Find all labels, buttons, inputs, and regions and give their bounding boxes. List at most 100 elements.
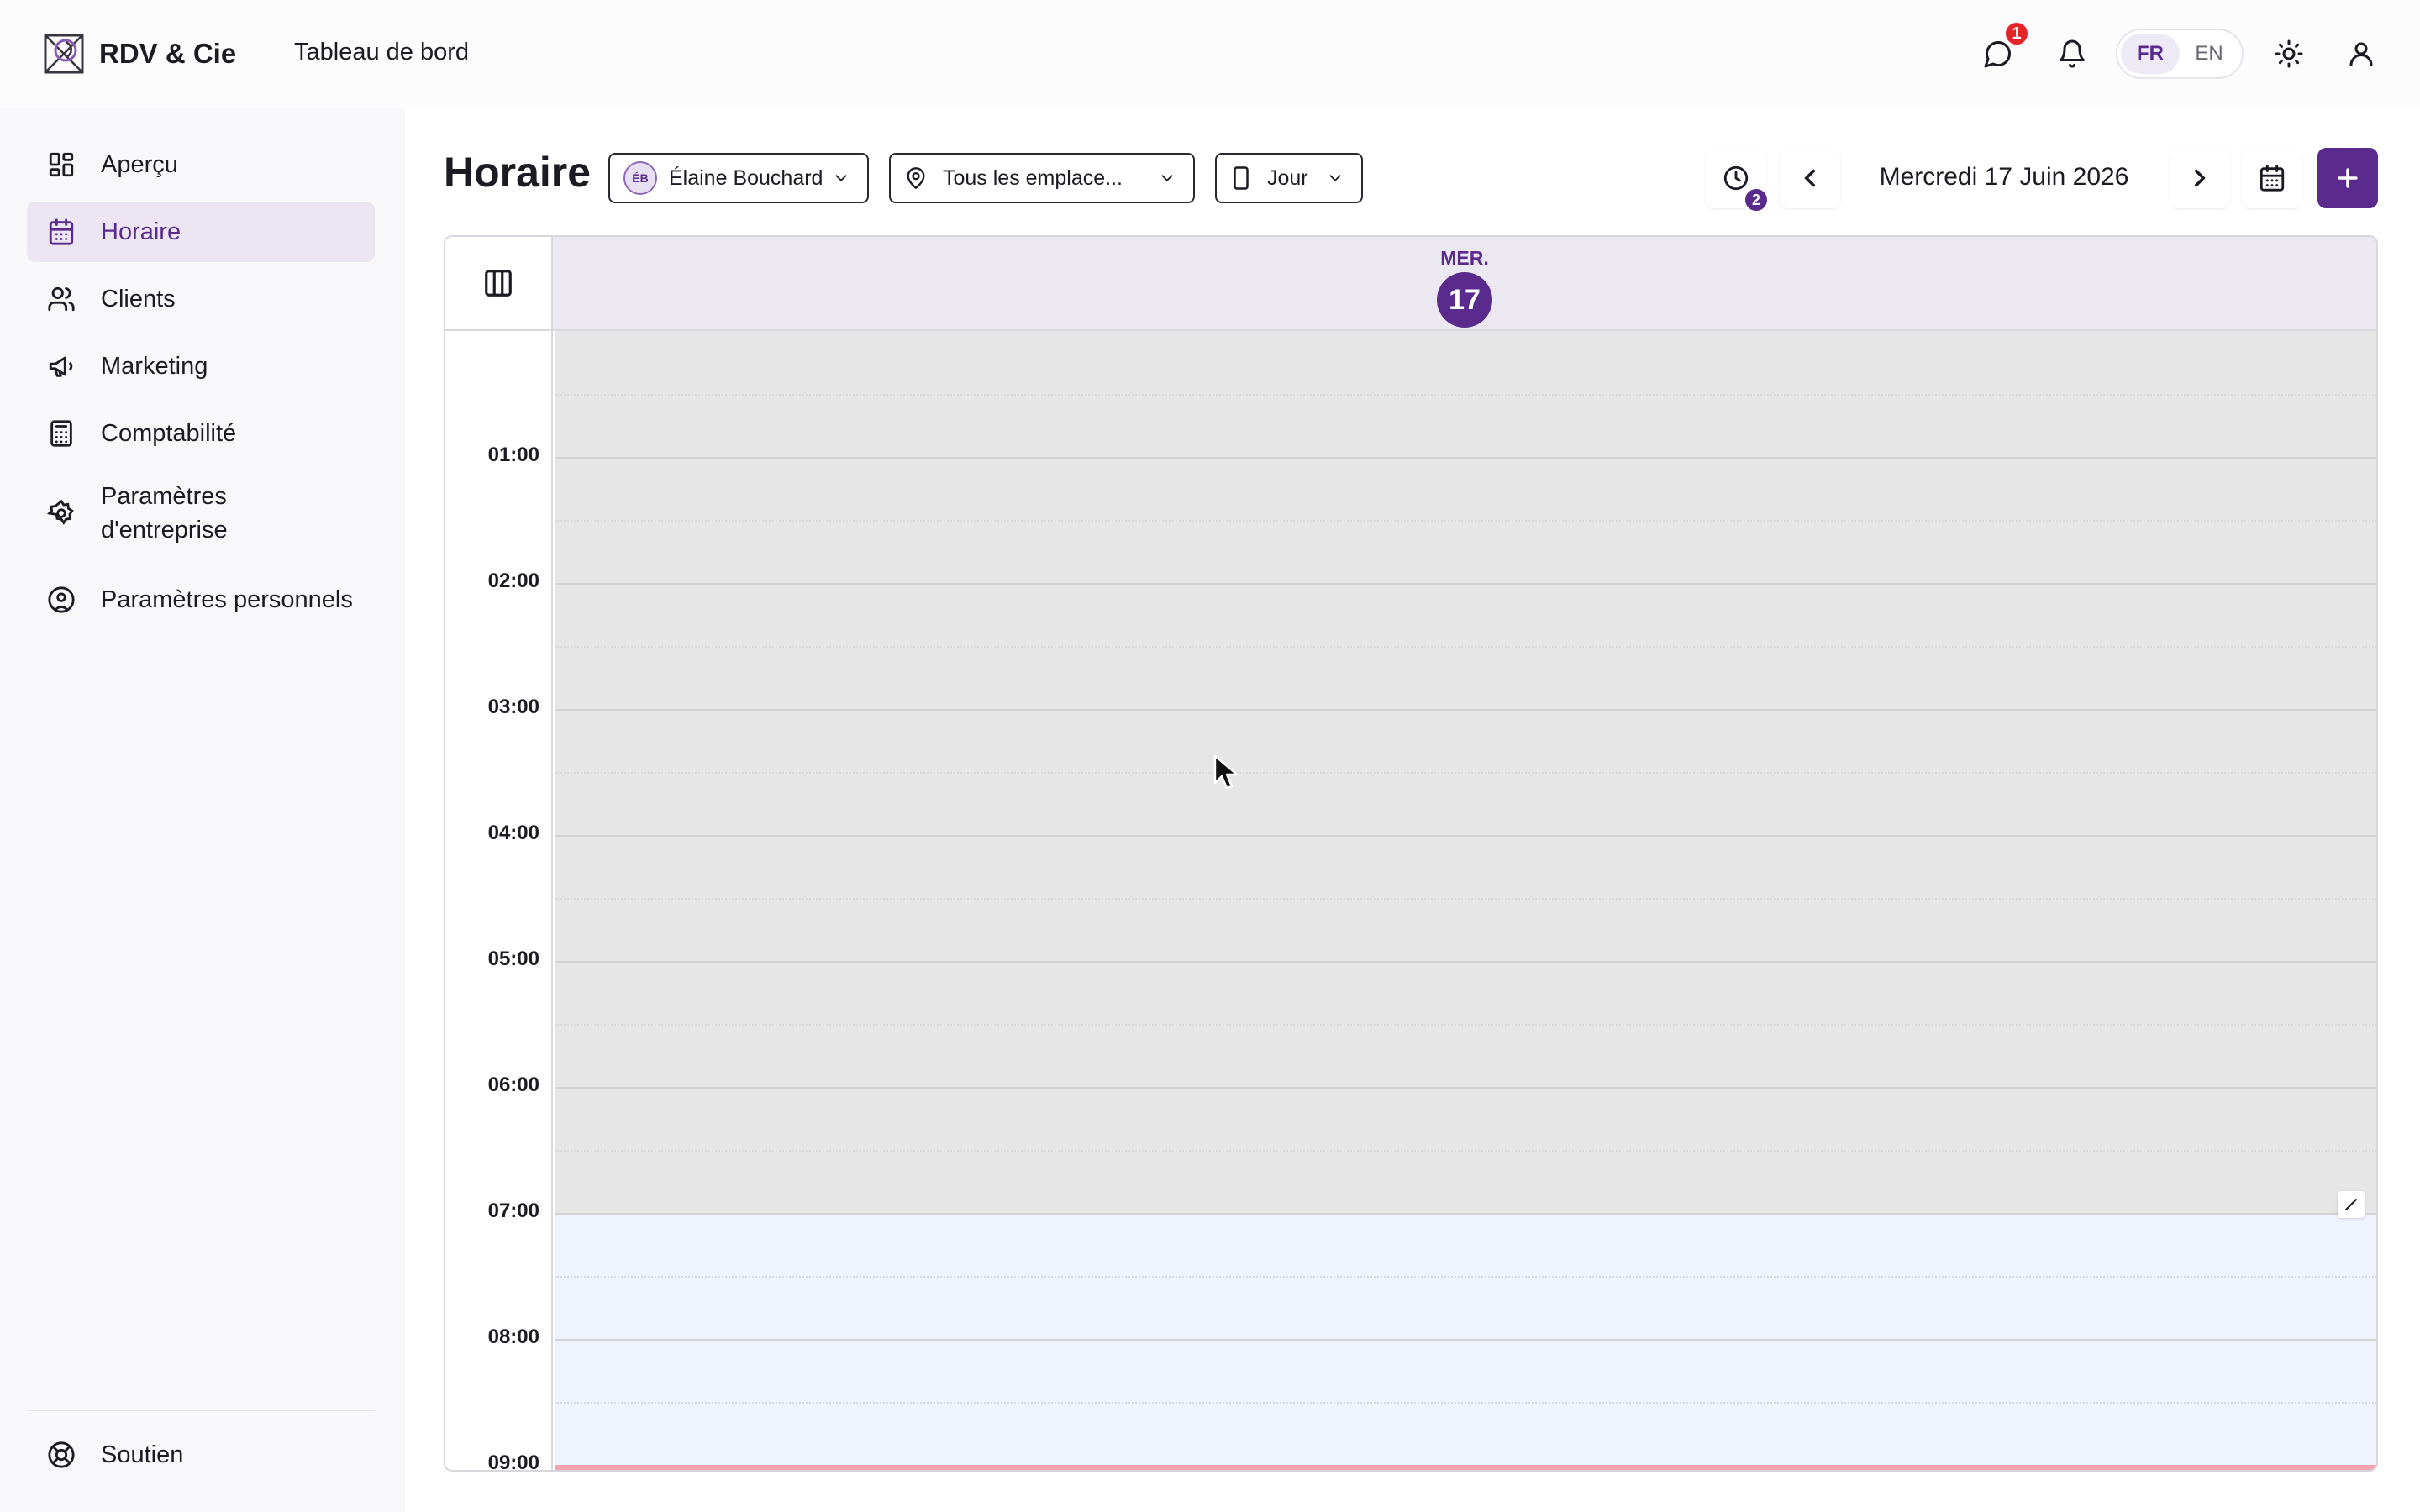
- hour-line: [555, 1213, 2376, 1215]
- hour-label: 05:00: [487, 948, 539, 970]
- chevron-right-icon: [2194, 169, 2206, 187]
- sidebar-item-label: Paramètres personnels: [101, 586, 353, 613]
- clock-icon: [1723, 165, 1749, 191]
- hour-label: 06:00: [487, 1074, 539, 1096]
- chevron-down-icon: [1161, 175, 1173, 182]
- next-day-button[interactable]: [2170, 148, 2230, 208]
- location-select[interactable]: Tous les emplace...: [889, 153, 1195, 203]
- hour-line: [555, 961, 2376, 963]
- half-hour-line: [555, 1150, 2376, 1152]
- view-select[interactable]: Jour: [1215, 153, 1363, 203]
- location-select-value: Tous les emplace...: [943, 165, 1123, 190]
- half-hour-line: [555, 646, 2376, 648]
- hour-label: 01:00: [487, 444, 539, 466]
- hour-label: 02:00: [487, 570, 539, 592]
- lifebuoy-icon: [48, 1441, 75, 1468]
- day-column-header[interactable]: MER. 17: [553, 237, 2376, 331]
- available-slot-region[interactable]: [555, 1215, 2376, 1470]
- messages-badge: 1: [2003, 20, 2030, 47]
- sidebar-item-label: Marketing: [101, 353, 208, 380]
- page-title: Horaire: [444, 149, 592, 196]
- calculator-icon: [50, 420, 72, 447]
- user-icon: [2349, 42, 2373, 66]
- day-calendar: MER. 17 01:00 02:00 03:00 04:00 05:00 06…: [444, 235, 2378, 1472]
- sidebar-item-marketing[interactable]: Marketing: [27, 336, 375, 396]
- theme-toggle-button[interactable]: [2265, 30, 2312, 77]
- sidebar-item-parametres-personnels[interactable]: Paramètres personnels: [27, 570, 375, 630]
- half-hour-line: [555, 520, 2376, 522]
- date-picker-button[interactable]: [2242, 148, 2302, 208]
- staff-select-value: Élaine Bouchard: [669, 165, 823, 190]
- sidebar-item-parametres-entreprise[interactable]: Paramètres d'entreprise: [27, 467, 375, 559]
- hour-label: 08:00: [487, 1326, 539, 1348]
- brand[interactable]: RDV & Cie: [40, 30, 236, 77]
- hour-line: [555, 457, 2376, 459]
- mouse-cursor-icon: [1213, 754, 1239, 790]
- chevron-down-icon: [1329, 175, 1341, 182]
- columns-icon: [485, 270, 512, 297]
- user-circle-icon: [48, 586, 75, 613]
- pencil-icon: [2345, 1199, 2357, 1210]
- brand-name: RDV & Cie: [99, 38, 237, 69]
- sidebar-item-comptabilite[interactable]: Comptabilité: [27, 403, 375, 464]
- sidebar-item-label: Horaire: [101, 218, 182, 245]
- hour-label: 03:00: [487, 696, 539, 718]
- current-date-label: Mercredi 17 Juin 2026: [1879, 163, 2129, 191]
- time-axis: 01:00 02:00 03:00 04:00 05:00 06:00 07:0…: [445, 331, 553, 1470]
- language-fr[interactable]: FR: [2121, 34, 2180, 74]
- language-toggle: FR EN: [2116, 29, 2244, 79]
- day-name: MER.: [1440, 247, 1489, 269]
- history-badge: 2: [1743, 186, 1770, 213]
- add-appointment-button[interactable]: [2317, 148, 2378, 208]
- edit-availability-button[interactable]: [2338, 1191, 2365, 1218]
- half-hour-line: [555, 898, 2376, 900]
- avatar: ÉB: [623, 161, 657, 195]
- sidebar-item-label: Paramètres d'entreprise: [101, 483, 228, 543]
- day-time-grid[interactable]: [555, 331, 2376, 1470]
- chevron-left-icon: [1804, 169, 1816, 187]
- hour-label: 04:00: [487, 822, 539, 844]
- columns-toggle-button[interactable]: [445, 237, 553, 331]
- account-button[interactable]: [2338, 30, 2385, 77]
- notifications-button[interactable]: [2049, 30, 2096, 77]
- sidebar-item-label: Soutien: [101, 1441, 184, 1468]
- calendar-icon: [49, 218, 74, 245]
- bell-icon: [2060, 39, 2085, 68]
- hour-line: [555, 835, 2376, 837]
- hour-line: [555, 1339, 2376, 1341]
- sun-icon: [2275, 39, 2303, 68]
- language-en[interactable]: EN: [2180, 34, 2238, 74]
- gear-icon: [47, 499, 74, 525]
- sidebar-item-label: Clients: [101, 286, 176, 312]
- plus-icon: [2338, 168, 2358, 188]
- device-icon: [1234, 166, 1249, 190]
- hour-label: 07:00: [487, 1200, 539, 1222]
- sidebar-item-clients[interactable]: Clients: [27, 269, 375, 329]
- sidebar: Aperçu Horaire Clients Marketing Comptab…: [0, 108, 405, 1512]
- brand-logo-icon: [44, 34, 84, 74]
- sidebar-item-soutien[interactable]: Soutien: [27, 1425, 375, 1485]
- page-context-title: Tableau de bord: [294, 39, 469, 66]
- sidebar-item-horaire[interactable]: Horaire: [27, 202, 375, 262]
- previous-day-button[interactable]: [1780, 148, 1840, 208]
- sidebar-divider: [27, 1410, 375, 1411]
- view-select-value: Jour: [1267, 165, 1308, 190]
- sidebar-item-apercu[interactable]: Aperçu: [27, 134, 375, 195]
- hour-label: 09:00: [487, 1452, 539, 1472]
- half-hour-line: [555, 772, 2376, 774]
- half-hour-line: [555, 394, 2376, 396]
- half-hour-line: [555, 1402, 2376, 1404]
- chevron-down-icon: [835, 175, 847, 182]
- dashboard-icon: [49, 152, 74, 177]
- sidebar-item-label: Comptabilité: [101, 420, 237, 447]
- hour-line: [555, 1087, 2376, 1089]
- users-icon: [48, 286, 75, 312]
- megaphone-icon: [49, 356, 73, 377]
- half-hour-line: [555, 1276, 2376, 1278]
- hour-line: [555, 709, 2376, 711]
- top-bar: RDV & Cie Tableau de bord 1 FR EN: [0, 0, 2420, 108]
- day-number-badge: 17: [1437, 272, 1492, 328]
- half-hour-line: [555, 1024, 2376, 1026]
- staff-select[interactable]: ÉB Élaine Bouchard: [608, 153, 869, 203]
- calendar-icon: [2260, 165, 2285, 192]
